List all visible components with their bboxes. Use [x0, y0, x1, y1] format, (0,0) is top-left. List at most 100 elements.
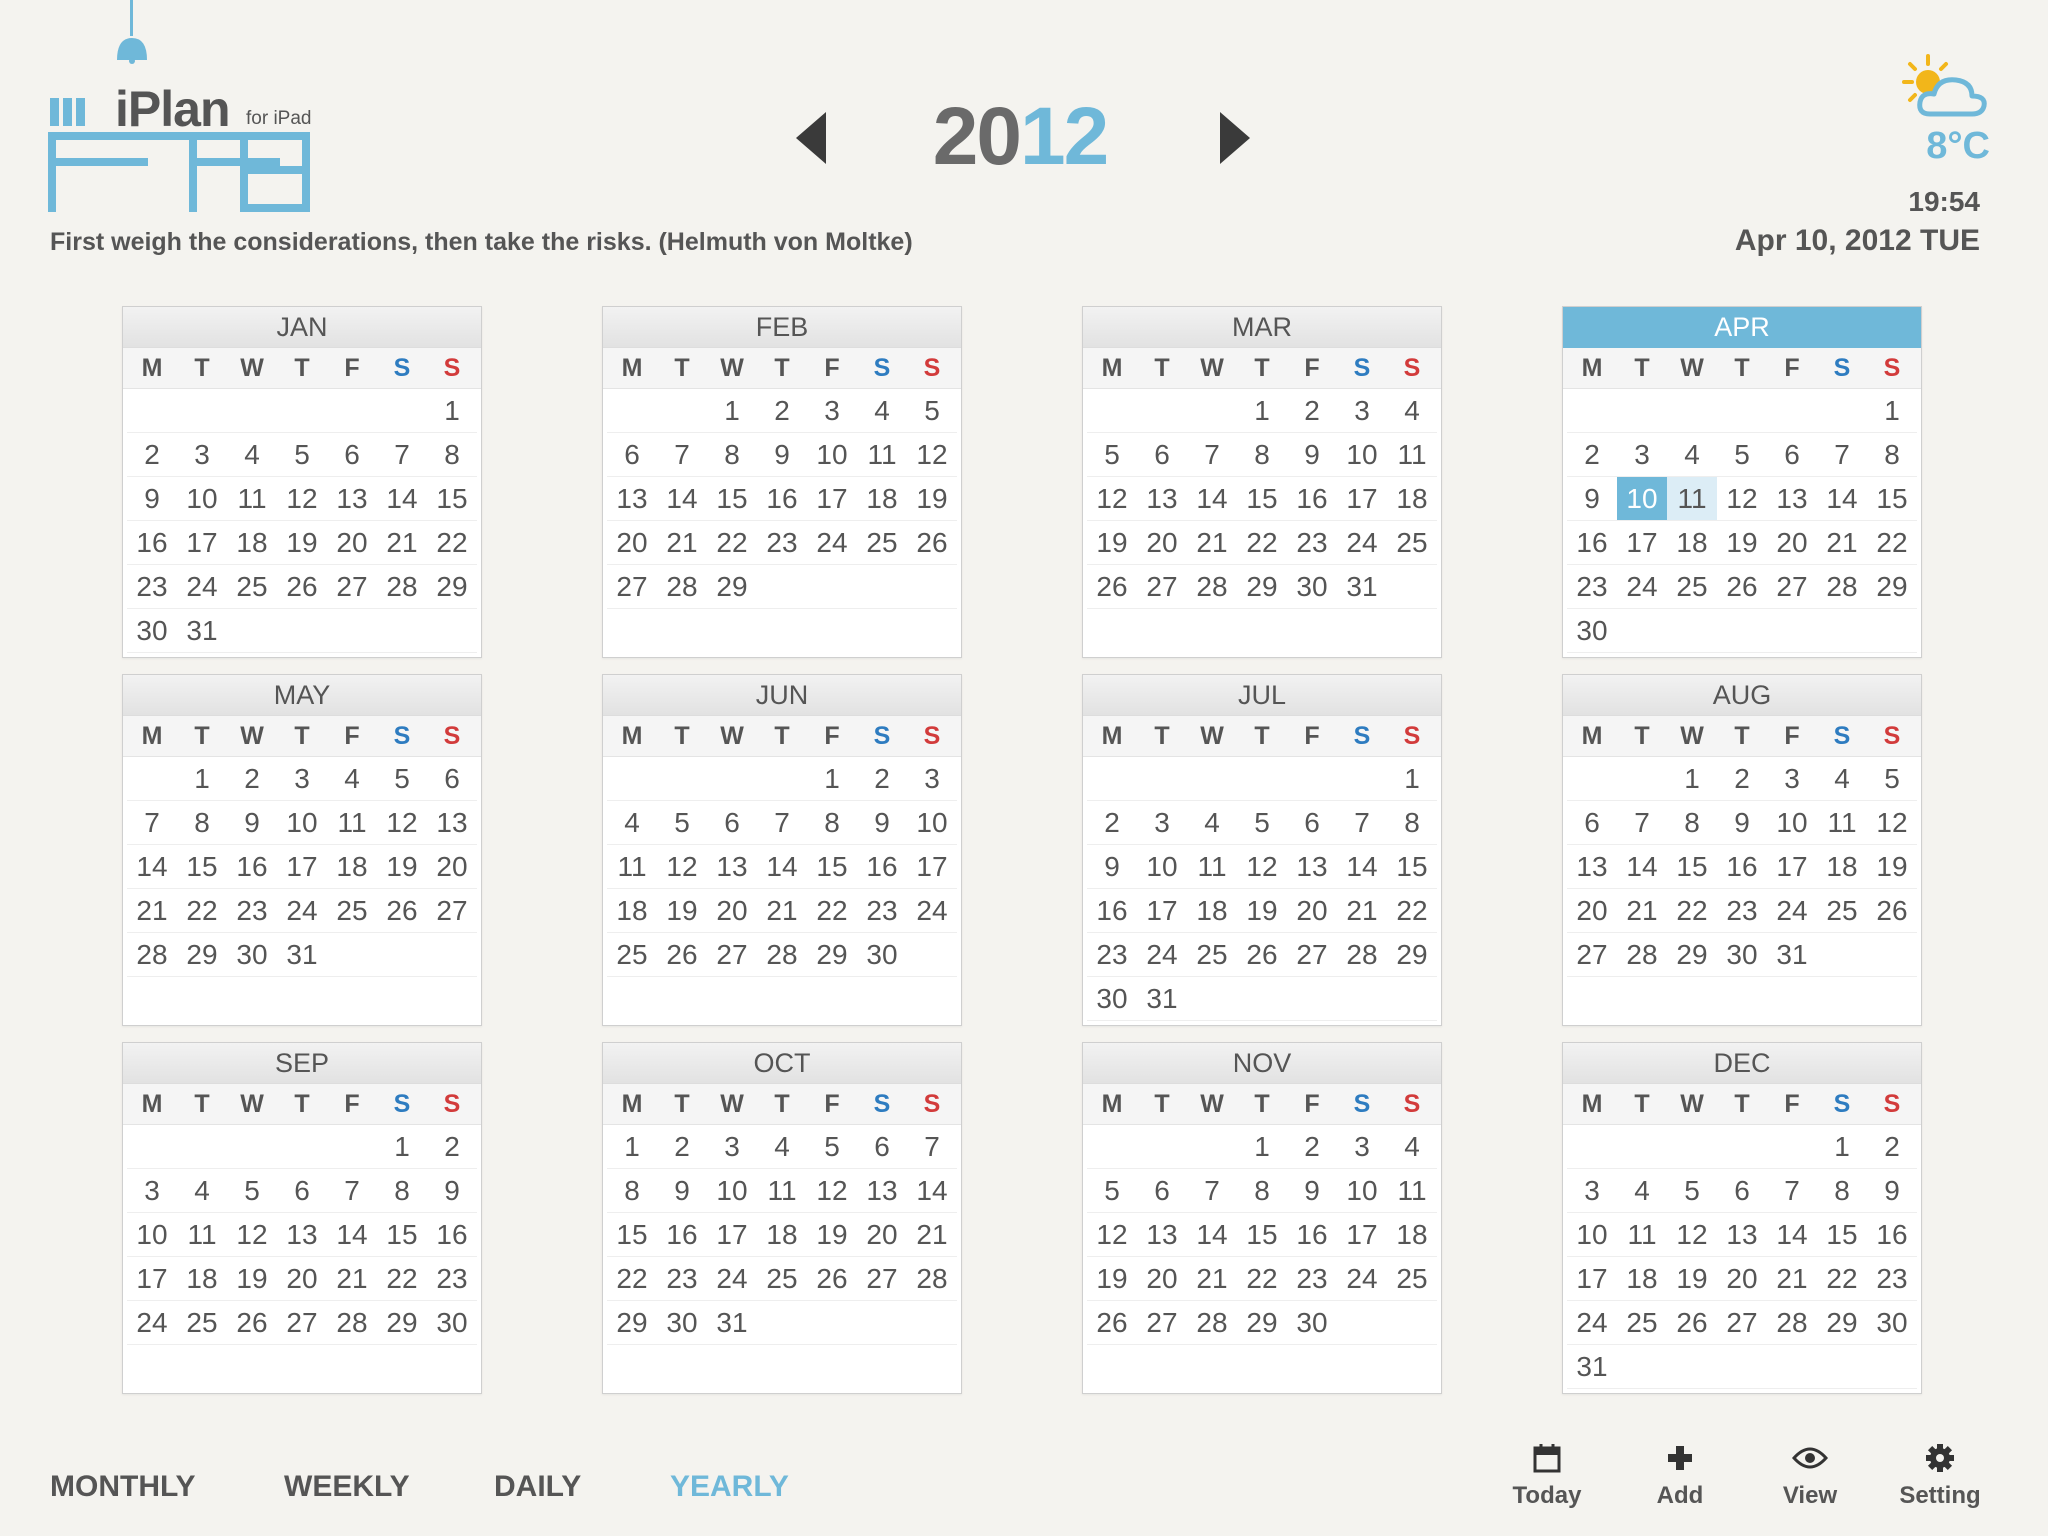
day-cell[interactable]: 12 — [1867, 801, 1917, 845]
day-cell[interactable]: 16 — [1867, 1213, 1917, 1257]
day-cell[interactable]: 19 — [807, 1213, 857, 1257]
day-cell[interactable]: 17 — [707, 1213, 757, 1257]
day-cell[interactable]: 25 — [857, 521, 907, 565]
day-cell[interactable]: 21 — [657, 521, 707, 565]
day-cell[interactable]: 18 — [327, 845, 377, 889]
day-cell[interactable]: 22 — [177, 889, 227, 933]
day-cell[interactable]: 27 — [327, 565, 377, 609]
day-cell[interactable]: 8 — [1867, 433, 1917, 477]
day-cell[interactable]: 17 — [177, 521, 227, 565]
day-cell[interactable]: 3 — [807, 389, 857, 433]
day-cell[interactable]: 22 — [377, 1257, 427, 1301]
day-cell[interactable]: 12 — [1087, 1213, 1137, 1257]
day-cell[interactable]: 10 — [1767, 801, 1817, 845]
day-cell[interactable]: 13 — [607, 477, 657, 521]
day-cell[interactable]: 29 — [1817, 1301, 1867, 1345]
day-cell[interactable]: 6 — [1137, 433, 1187, 477]
day-cell[interactable]: 1 — [707, 389, 757, 433]
day-cell[interactable]: 18 — [1387, 477, 1437, 521]
day-cell[interactable]: 2 — [1567, 433, 1617, 477]
day-cell[interactable]: 2 — [1867, 1125, 1917, 1169]
day-cell[interactable]: 7 — [1187, 433, 1237, 477]
day-cell[interactable]: 8 — [1387, 801, 1437, 845]
month-card-may[interactable]: MAY M T W T F S S 1 2 3 4 5 6 7 8 9 10 11 12 13 14 15 16 17 18 19 2… — [122, 674, 482, 1026]
day-cell[interactable]: 17 — [807, 477, 857, 521]
day-cell[interactable]: 30 — [1087, 977, 1137, 1021]
day-cell[interactable]: 7 — [1187, 1169, 1237, 1213]
day-cell[interactable]: 10 — [1137, 845, 1187, 889]
day-cell[interactable]: 24 — [1617, 565, 1667, 609]
day-cell[interactable]: 25 — [1617, 1301, 1667, 1345]
day-cell[interactable]: 23 — [427, 1257, 477, 1301]
day-cell[interactable]: 5 — [277, 433, 327, 477]
day-cell[interactable]: 4 — [1387, 389, 1437, 433]
day-cell[interactable]: 22 — [427, 521, 477, 565]
day-cell[interactable]: 2 — [657, 1125, 707, 1169]
day-cell[interactable]: 16 — [757, 477, 807, 521]
day-cell[interactable]: 6 — [277, 1169, 327, 1213]
day-cell[interactable]: 10 — [907, 801, 957, 845]
day-cell[interactable]: 3 — [707, 1125, 757, 1169]
day-cell[interactable]: 18 — [1387, 1213, 1437, 1257]
day-cell[interactable]: 4 — [227, 433, 277, 477]
day-cell[interactable]: 28 — [1767, 1301, 1817, 1345]
day-cell[interactable]: 13 — [1567, 845, 1617, 889]
day-cell[interactable]: 16 — [1087, 889, 1137, 933]
day-cell[interactable]: 3 — [1767, 757, 1817, 801]
day-cell[interactable]: 11 — [327, 801, 377, 845]
day-cell[interactable]: 16 — [427, 1213, 477, 1257]
day-cell[interactable]: 7 — [1767, 1169, 1817, 1213]
day-cell[interactable]: 20 — [1287, 889, 1337, 933]
day-cell[interactable]: 18 — [227, 521, 277, 565]
day-cell[interactable]: 19 — [1867, 845, 1917, 889]
day-cell[interactable]: 1 — [377, 1125, 427, 1169]
day-cell[interactable]: 31 — [1567, 1345, 1617, 1389]
day-cell[interactable]: 23 — [1287, 1257, 1337, 1301]
day-cell[interactable]: 2 — [1087, 801, 1137, 845]
day-cell[interactable]: 15 — [1667, 845, 1717, 889]
day-cell[interactable]: 20 — [1137, 1257, 1187, 1301]
day-cell[interactable]: 5 — [227, 1169, 277, 1213]
day-cell[interactable]: 1 — [1237, 1125, 1287, 1169]
day-cell[interactable]: 20 — [857, 1213, 907, 1257]
day-cell[interactable]: 13 — [707, 845, 757, 889]
day-cell[interactable]: 5 — [1087, 433, 1137, 477]
day-cell[interactable]: 6 — [857, 1125, 907, 1169]
day-cell[interactable]: 13 — [1717, 1213, 1767, 1257]
day-cell[interactable]: 30 — [1867, 1301, 1917, 1345]
day-cell[interactable]: 10 — [1337, 1169, 1387, 1213]
day-cell[interactable]: 23 — [657, 1257, 707, 1301]
day-cell[interactable]: 3 — [1337, 1125, 1387, 1169]
day-cell[interactable]: 25 — [1667, 565, 1717, 609]
previous-year-arrow-icon[interactable] — [792, 110, 828, 166]
day-cell[interactable]: 25 — [1387, 1257, 1437, 1301]
day-cell[interactable]: 25 — [1817, 889, 1867, 933]
day-cell[interactable]: 16 — [1287, 1213, 1337, 1257]
day-cell[interactable]: 26 — [227, 1301, 277, 1345]
day-cell[interactable]: 19 — [1717, 521, 1767, 565]
day-cell[interactable]: 31 — [1137, 977, 1187, 1021]
day-cell[interactable]: 6 — [327, 433, 377, 477]
day-cell[interactable]: 30 — [1717, 933, 1767, 977]
day-cell[interactable]: 30 — [427, 1301, 477, 1345]
day-cell[interactable]: 9 — [1287, 1169, 1337, 1213]
day-cell[interactable]: 12 — [227, 1213, 277, 1257]
day-cell[interactable]: 17 — [1337, 1213, 1387, 1257]
day-cell[interactable]: 6 — [1717, 1169, 1767, 1213]
day-cell[interactable]: 19 — [1087, 521, 1137, 565]
view-button[interactable]: View — [1755, 1440, 1865, 1510]
month-card-jun[interactable]: JUN M T W T F S S 1 2 3 4 5 6 7 8 9 10 11 12 13 14 15 16 17 18 19 2… — [602, 674, 962, 1026]
day-cell[interactable]: 12 — [1237, 845, 1287, 889]
day-cell[interactable]: 10 — [177, 477, 227, 521]
day-cell[interactable]: 1 — [1667, 757, 1717, 801]
day-cell[interactable]: 11 — [1187, 845, 1237, 889]
day-cell[interactable]: 12 — [277, 477, 327, 521]
day-cell[interactable]: 30 — [1287, 1301, 1337, 1345]
day-cell[interactable]: 1 — [427, 389, 477, 433]
day-cell[interactable]: 27 — [1137, 565, 1187, 609]
day-cell[interactable]: 3 — [277, 757, 327, 801]
day-cell[interactable]: 14 — [1617, 845, 1667, 889]
day-cell[interactable]: 15 — [1817, 1213, 1867, 1257]
day-cell[interactable]: 3 — [1337, 389, 1387, 433]
day-cell[interactable]: 15 — [607, 1213, 657, 1257]
